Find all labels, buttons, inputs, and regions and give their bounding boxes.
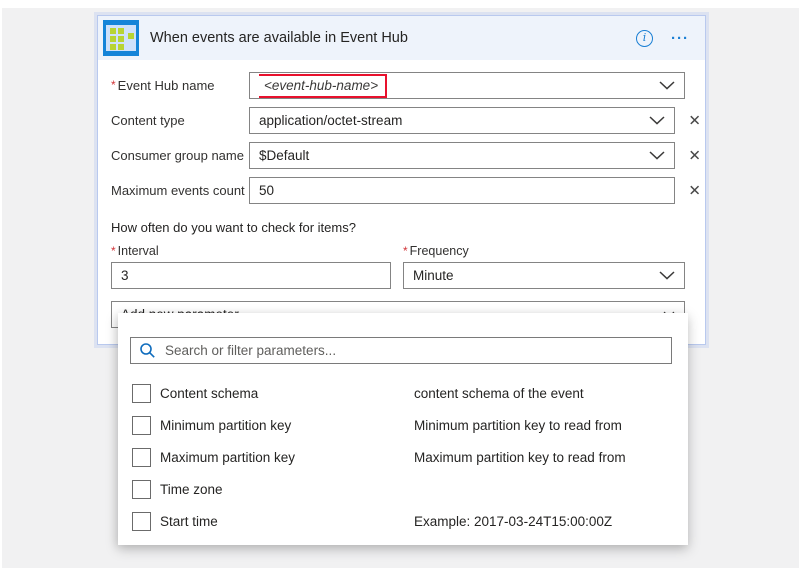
parameter-label: Start time	[160, 514, 414, 529]
frequency-label-text: Frequency	[410, 244, 469, 258]
required-asterisk: *	[111, 244, 116, 258]
parameters-panel: Content schema content schema of the eve…	[118, 313, 688, 545]
parameter-description: Example: 2017-03-24T15:00:00Z	[414, 514, 612, 529]
icon-dot	[118, 28, 124, 34]
icon-dot	[118, 36, 124, 42]
remove-field-icon[interactable]: ✕	[688, 148, 701, 163]
icon-dot	[110, 28, 116, 34]
icon-dot	[110, 44, 116, 50]
chevron-down-icon[interactable]	[659, 271, 675, 280]
consumer-group-value: $Default	[259, 148, 641, 163]
parameter-row-min-partition-key[interactable]: Minimum partition key Minimum partition …	[118, 409, 688, 441]
max-events-input[interactable]: 50	[249, 177, 675, 204]
consumer-group-label: Consumer group name	[111, 148, 249, 163]
chevron-down-icon[interactable]	[659, 81, 675, 90]
parameter-row-time-zone[interactable]: Time zone	[118, 473, 688, 505]
field-row-consumer-group: Consumer group name $Default ✕	[111, 142, 685, 169]
consumer-group-combobox[interactable]: $Default	[249, 142, 675, 169]
content-type-combobox[interactable]: application/octet-stream	[249, 107, 675, 134]
recurrence-question: How often do you want to check for items…	[111, 220, 685, 235]
max-events-value: 50	[259, 183, 665, 198]
interval-value: 3	[121, 268, 381, 283]
chevron-down-icon[interactable]	[649, 151, 665, 160]
content-type-label: Content type	[111, 113, 249, 128]
field-row-max-events: Maximum events count 50 ✕	[111, 177, 685, 204]
parameter-description: content schema of the event	[414, 386, 584, 401]
trigger-form: *Event Hub name <event-hub-name> Content…	[98, 60, 705, 328]
trigger-card: When events are available in Event Hub i…	[97, 15, 706, 345]
remove-field-icon[interactable]: ✕	[688, 183, 701, 198]
icon-dot	[118, 44, 124, 50]
field-row-content-type: Content type application/octet-stream ✕	[111, 107, 685, 134]
checkbox[interactable]	[132, 448, 151, 467]
header-actions: i ···	[636, 30, 689, 47]
checkbox[interactable]	[132, 512, 151, 531]
field-row-event-hub-name: *Event Hub name <event-hub-name>	[111, 72, 685, 99]
max-events-label: Maximum events count	[111, 183, 249, 198]
parameter-search-box[interactable]	[130, 337, 672, 364]
event-hubs-icon	[103, 20, 139, 56]
interval-label-text: Interval	[118, 244, 159, 258]
interval-input[interactable]: 3	[111, 262, 391, 289]
parameter-label: Content schema	[160, 386, 414, 401]
parameter-list: Content schema content schema of the eve…	[118, 377, 688, 537]
parameter-row-start-time[interactable]: Start time Example: 2017-03-24T15:00:00Z	[118, 505, 688, 537]
more-menu-icon[interactable]: ···	[671, 30, 689, 47]
search-icon	[139, 342, 156, 359]
parameter-row-content-schema[interactable]: Content schema content schema of the eve…	[118, 377, 688, 409]
event-hub-name-label: *Event Hub name	[111, 78, 249, 93]
frequency-column: *Frequency Minute	[403, 244, 685, 289]
parameter-search-input[interactable]	[165, 343, 663, 358]
parameter-label: Maximum partition key	[160, 450, 414, 465]
interval-label: *Interval	[111, 244, 391, 258]
trigger-card-header[interactable]: When events are available in Event Hub i…	[98, 16, 705, 60]
info-icon[interactable]: i	[636, 30, 653, 47]
frequency-combobox[interactable]: Minute	[403, 262, 685, 289]
required-asterisk: *	[111, 78, 116, 92]
remove-field-icon[interactable]: ✕	[688, 113, 701, 128]
event-hub-name-combobox[interactable]: <event-hub-name>	[249, 72, 685, 99]
icon-dot	[110, 36, 116, 42]
checkbox[interactable]	[132, 480, 151, 499]
chevron-down-icon[interactable]	[649, 116, 665, 125]
parameter-description: Minimum partition key to read from	[414, 418, 622, 433]
designer-canvas: When events are available in Event Hub i…	[0, 0, 800, 570]
checkbox[interactable]	[132, 384, 151, 403]
frequency-label: *Frequency	[403, 244, 685, 258]
required-asterisk: *	[403, 244, 408, 258]
event-hub-name-label-text: Event Hub name	[118, 78, 215, 93]
trigger-title: When events are available in Event Hub	[150, 30, 636, 46]
parameter-label: Minimum partition key	[160, 418, 414, 433]
annotation-highlight: <event-hub-name>	[259, 74, 387, 98]
content-type-value: application/octet-stream	[259, 113, 641, 128]
checkbox[interactable]	[132, 416, 151, 435]
parameter-row-max-partition-key[interactable]: Maximum partition key Maximum partition …	[118, 441, 688, 473]
frequency-value: Minute	[413, 268, 651, 283]
parameter-description: Maximum partition key to read from	[414, 450, 626, 465]
parameter-label: Time zone	[160, 482, 414, 497]
interval-column: *Interval 3	[111, 244, 391, 289]
recurrence-row: *Interval 3 *Frequency Minute	[111, 244, 685, 289]
icon-dot	[128, 33, 134, 39]
